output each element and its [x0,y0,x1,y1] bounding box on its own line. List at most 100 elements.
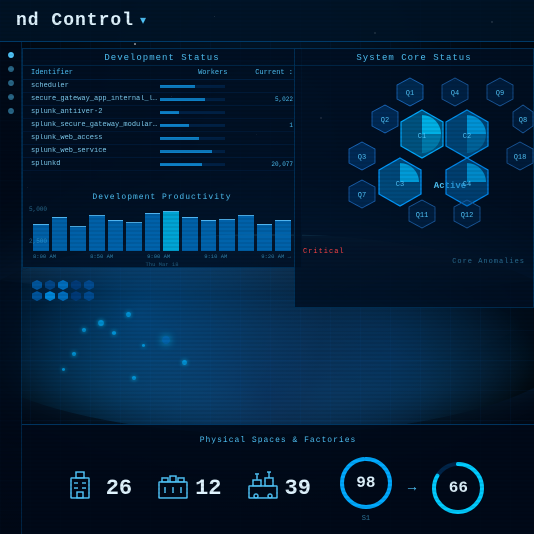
gauge-2-value: 66 [449,479,468,497]
x-label-2: 8:50 AM [90,253,113,260]
dev-row-current: 20,077 [229,161,294,168]
dev-row-bar-fill [160,163,202,166]
dev-row-bar [160,111,225,114]
chart-x-labels: 8:00 AM 8:50 AM 9:00 AM 9:10 AM 9:20 AM … [31,251,293,260]
chart-bar[interactable] [201,220,217,251]
chart-bars [31,206,293,251]
dev-row-bar-fill [160,98,205,101]
gauge-2: 66 [428,458,488,518]
physical-section-label: Physical Spaces & Factories [200,436,357,445]
chart-bar[interactable] [126,222,142,251]
chart-bar[interactable] [108,220,124,252]
dev-row-id: splunkd [31,160,160,168]
chart-bar[interactable] [182,217,198,251]
dev-row-id: splunk_web_access [31,134,160,142]
y-label-low: 2,500 [29,238,47,245]
arrow-icon: → [408,480,416,496]
dev-row-id: splunk_web_service [31,147,160,155]
nav-item-1[interactable] [8,52,14,58]
x-label-1: 8:00 AM [33,253,56,260]
dev-row-current: 5,022 [229,96,294,103]
dev-row-bar [160,124,225,127]
dev-row-current: 1 [229,122,294,129]
buildings-icon [68,468,100,508]
chart-y-labels: 5,000 2,500 [29,206,47,245]
nav-item-2[interactable] [8,66,14,72]
hexgrid-svg: Q1 Q4 Q9 Q2 Q8 C1 [295,70,534,270]
dev-row-bar-fill [160,85,195,88]
hex-C2-pie [467,115,486,134]
dev-row-id: scheduler [31,82,160,90]
dev-table-row[interactable]: splunk_antiiver-2 [23,106,301,119]
dev-table-row[interactable]: splunk_web_service [23,145,301,158]
dev-row-bar-fill [160,150,212,153]
hex-C3-pie [400,163,419,182]
chart-date: Thu Mar 18 [31,261,293,268]
svg-text:Q2: Q2 [381,117,389,125]
dev-table-header: Identifier Workers Current : [23,66,301,80]
metric-construction: 39 [247,468,311,508]
gauge-1-label: S1 [362,515,370,523]
col-workers: Workers [162,69,228,77]
dev-row-id: splunk_antiiver-2 [31,108,160,116]
physical-section: Physical Spaces & Factories [22,430,534,529]
svg-text:C3: C3 [396,181,404,189]
y-label-high: 5,000 [29,206,47,213]
svg-text:Q18: Q18 [514,154,527,162]
chart-bar[interactable] [275,220,291,252]
metric-buildings: 26 [68,468,132,508]
productivity-section: Development Productivity 5,000 2,500 8:0… [23,189,301,267]
nav-item-5[interactable] [8,108,14,114]
dev-row-bar [160,85,225,88]
gauge-1-value: 98 [356,474,375,492]
critical-label: Critical [303,248,345,256]
chart-bar[interactable] [89,215,105,251]
dev-row-bar-fill [160,124,189,127]
svg-text:Q9: Q9 [496,90,504,98]
dev-row-id: secure_gateway_app_internal_log [31,95,160,103]
svg-text:C1: C1 [418,133,426,141]
chart-bar[interactable] [52,217,68,251]
chart-bar[interactable] [145,213,161,251]
dev-status-panel: Development Status Identifier Workers Cu… [22,48,302,268]
gauge-2-container: 66 [428,458,488,518]
dev-row-bar-fill [160,137,199,140]
sys-core-panel: System Core Status Q1 Q4 Q9 Q2 Q8 [294,48,534,308]
x-label-5: 9:20 AM → [261,253,291,260]
chart-bar[interactable] [70,226,86,251]
chart-bar[interactable] [257,224,273,251]
construction-icon [247,468,279,508]
metrics-row: 26 [68,453,489,523]
hex-C4-pie [467,163,486,182]
dev-row-id: splunk_secure_gateway_modular_input.log [31,121,160,129]
main-content: nd Control ▾ Development Status Identifi… [0,0,534,534]
factories-icon [157,468,189,508]
nav-item-4[interactable] [8,94,14,100]
svg-text:Q3: Q3 [358,154,366,162]
sys-core-title: System Core Status [295,49,533,66]
dev-table-row[interactable]: scheduler [23,80,301,93]
svg-text:C2: C2 [463,133,471,141]
chart-bar[interactable] [163,211,179,252]
nav-item-3[interactable] [8,80,14,86]
svg-text:Q8: Q8 [519,117,527,125]
chart-bar[interactable] [238,215,254,251]
productivity-title: Development Productivity [31,193,293,202]
buildings-value: 26 [106,476,132,501]
svg-text:Q12: Q12 [461,212,474,220]
page-title: nd Control [16,11,134,31]
gauge-1-container: 98 S1 [336,453,396,523]
construction-value: 39 [285,476,311,501]
dev-table-row[interactable]: splunkd 20,077 [23,158,301,171]
svg-text:Q4: Q4 [451,90,459,98]
svg-text:Q11: Q11 [416,212,429,220]
x-label-3: 9:00 AM [147,253,170,260]
dev-table-row[interactable]: secure_gateway_app_internal_log 5,022 [23,93,301,106]
dropdown-icon[interactable]: ▾ [140,13,146,28]
dev-table-row[interactable]: splunk_web_access [23,132,301,145]
chart-bar[interactable] [219,219,235,251]
svg-text:C4: C4 [463,181,471,189]
dev-table-row[interactable]: splunk_secure_gateway_modular_input.log … [23,119,301,132]
col-identifier: Identifier [31,69,162,77]
dev-status-title: Development Status [23,49,301,66]
